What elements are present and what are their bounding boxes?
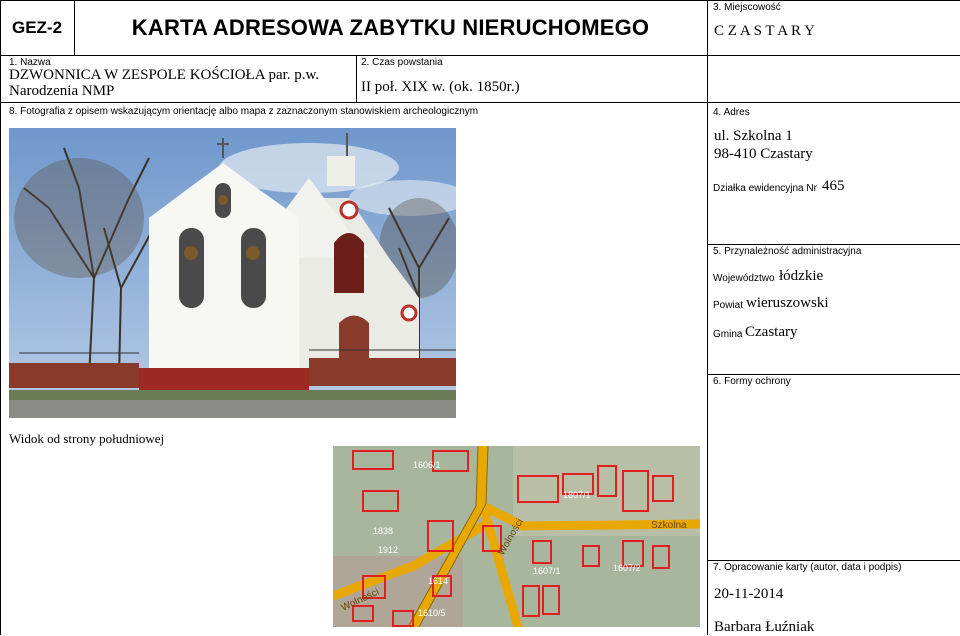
przynaleznosc-label: 5. Przynależność administracyjna — [713, 246, 862, 257]
gmina-label: Gmina — [713, 329, 743, 340]
adres-city: 98-410 Czastary — [714, 146, 813, 162]
powiat-label: Powiat — [713, 300, 744, 311]
wojewodztwo-value: łódzkie — [779, 268, 824, 284]
cadastral-map: 1606/1 1607/1 1607/2 1912 1614 1610/5 18… — [333, 446, 700, 627]
divider-right-column — [707, 0, 708, 635]
divider-formy — [707, 374, 960, 375]
dzialka-value: 465 — [822, 178, 845, 194]
divider-przynaleznosc — [707, 244, 960, 245]
svg-text:1838: 1838 — [373, 526, 393, 536]
svg-text:Szkolna: Szkolna — [651, 520, 687, 531]
dzialka-label: Działka ewidencyjna Nr — [713, 183, 817, 194]
divider-nazwa-czas — [356, 55, 357, 102]
adres-street: ul. Szkolna 1 — [714, 128, 793, 144]
foto-caption: Widok od strony południowej — [9, 431, 165, 446]
divider-row2 — [0, 102, 707, 103]
foto-label: 8. Fotografia z opisem wskazującym orien… — [9, 106, 479, 117]
divider-opracowanie — [707, 560, 960, 561]
svg-text:1614: 1614 — [428, 576, 448, 586]
formy-ochrony-label: 6. Formy ochrony — [713, 376, 791, 387]
svg-text:1912: 1912 — [378, 545, 398, 555]
miejscowosc-value: C Z A S T A R Y — [714, 23, 816, 39]
nazwa-value-line2: Narodzenia NMP — [9, 83, 115, 99]
opracowanie-author: Barbara Łuźniak — [714, 619, 815, 635]
gmina-value: Czastary — [745, 324, 798, 340]
opracowanie-date: 20-11-2014 — [714, 586, 784, 602]
svg-text:1807/1: 1807/1 — [563, 490, 591, 500]
church-photo — [9, 128, 456, 418]
czas-label: 2. Czas powstania — [361, 57, 443, 68]
card-code: GEZ-2 — [11, 17, 63, 37]
miejscowosc-label: 3. Miejscowość — [713, 2, 781, 13]
svg-text:1607/1: 1607/1 — [533, 566, 561, 576]
wojewodztwo-label: Województwo — [713, 273, 775, 284]
border-left — [0, 0, 1, 635]
svg-text:1610/5: 1610/5 — [418, 608, 446, 618]
czas-value: II poł. XIX w. (ok. 1850r.) — [361, 79, 520, 95]
page-title: KARTA ADRESOWA ZABYTKU NIERUCHOMEGO — [131, 14, 650, 40]
powiat-value: wieruszowski — [746, 295, 829, 311]
adres-label: 4. Adres — [713, 107, 750, 118]
opracowanie-label: 7. Opracowanie karty (autor, data i podp… — [713, 562, 902, 573]
svg-text:1607/2: 1607/2 — [613, 563, 641, 573]
nazwa-value-line1: DZWONNICA W ZESPOLE KOŚCIOŁA par. p.w. — [9, 67, 320, 83]
divider-header — [0, 55, 960, 56]
svg-text:1606/1: 1606/1 — [413, 460, 441, 470]
divider-adres — [707, 102, 960, 103]
